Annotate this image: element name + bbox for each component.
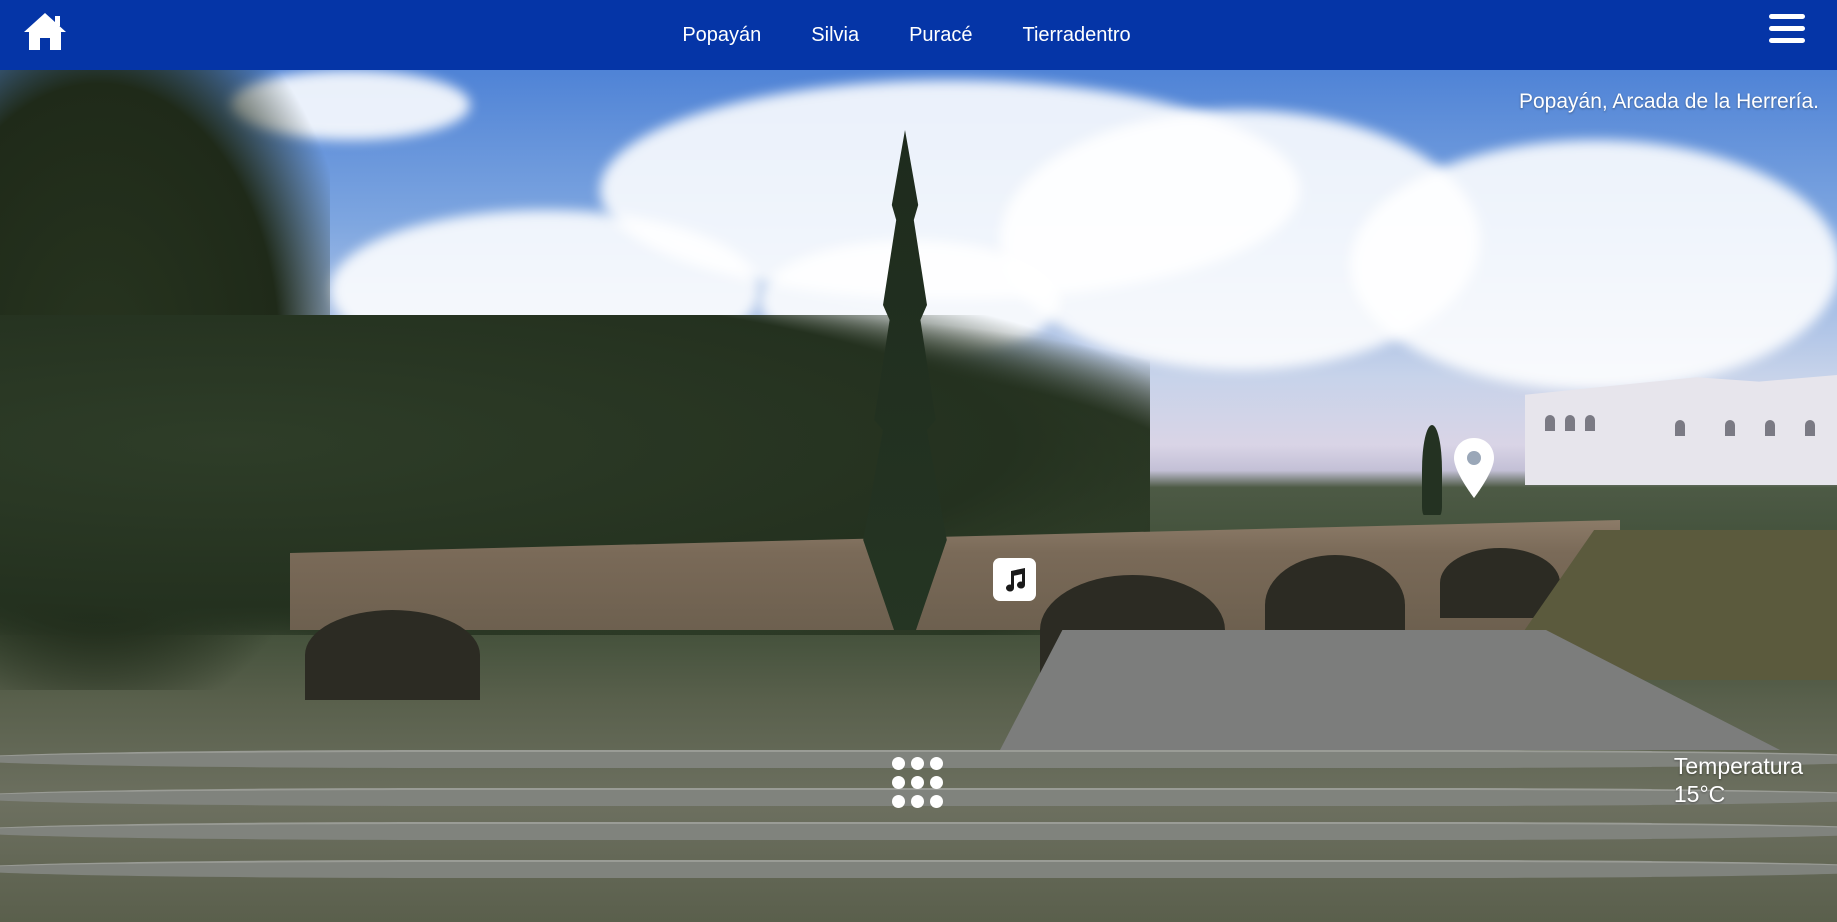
cypress-tree <box>1422 425 1442 515</box>
music-note-icon[interactable] <box>993 558 1036 601</box>
nav-link-tierradentro[interactable]: Tierradentro <box>1022 24 1130 47</box>
stone-step <box>0 822 1837 840</box>
location-caption: Popayán, Arcada de la Herrería. <box>1518 90 1819 113</box>
nav-link-popayan[interactable]: Popayán <box>682 24 761 47</box>
colonial-buildings <box>1525 375 1837 485</box>
stone-step <box>0 860 1837 878</box>
cloud <box>1350 140 1837 390</box>
temperature-value: 15°C <box>1673 781 1726 807</box>
nav-link-silvia[interactable]: Silvia <box>811 24 859 47</box>
nav-link-purace[interactable]: Puracé <box>909 24 972 47</box>
grid-dots-icon[interactable] <box>891 757 945 811</box>
bridge-arch <box>305 610 480 700</box>
map-pin-icon[interactable] <box>1452 436 1496 500</box>
weather-widget: Temperatura 15°C <box>1674 752 1803 808</box>
nav-links: Popayán Silvia Puracé Tierradentro <box>0 0 1837 70</box>
hamburger-menu-icon[interactable] <box>1769 14 1805 48</box>
top-navbar: Popayán Silvia Puracé Tierradentro <box>0 0 1837 70</box>
temperature-label: Temperatura <box>1673 753 1803 779</box>
